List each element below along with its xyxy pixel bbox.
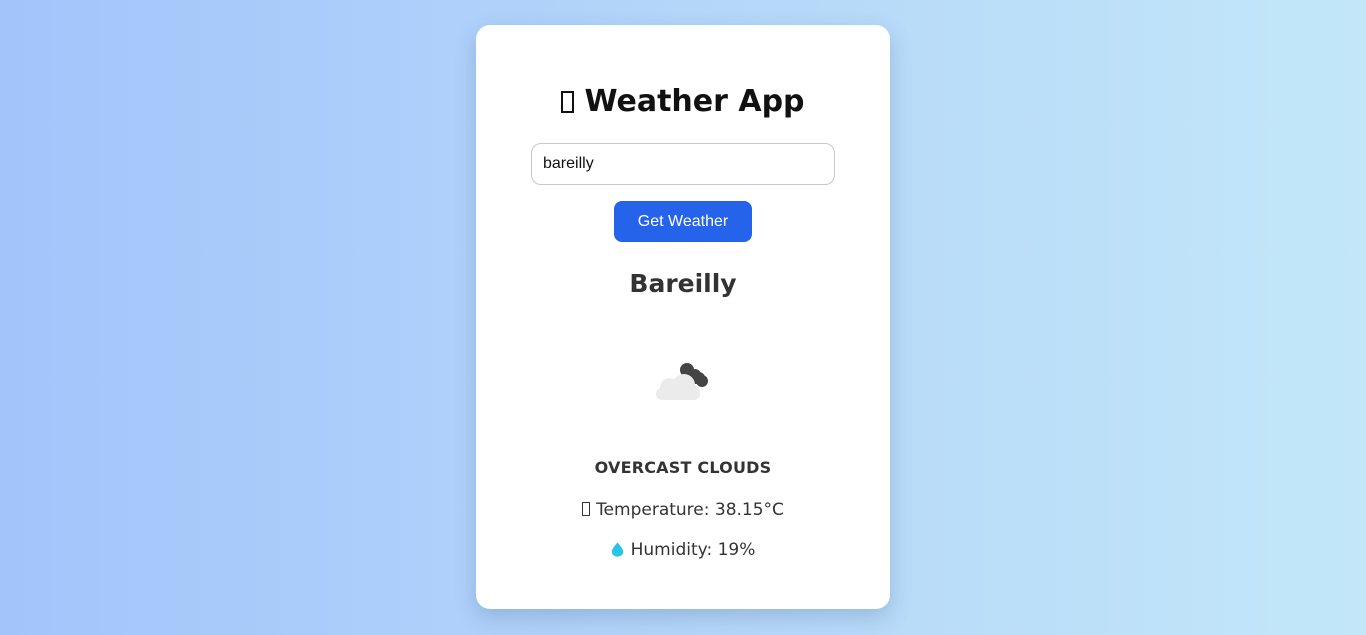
humidity-label: Humidity: — [630, 540, 713, 560]
temperature-label: Temperature: — [596, 500, 710, 520]
thermometer-icon — [582, 502, 591, 516]
city-name: Bareilly — [629, 269, 737, 298]
humidity-row: Humidity: 19% — [476, 538, 890, 562]
get-weather-button[interactable]: Get Weather — [614, 201, 752, 242]
city-input[interactable] — [531, 143, 835, 185]
temperature-value: 38.15°C — [714, 500, 784, 520]
humidity-value: 19% — [717, 540, 756, 560]
weather-description: OVERCAST CLOUDS — [594, 458, 772, 477]
temperature-row: Temperature: 38.15°C — [476, 498, 890, 522]
app-title-text: Weather App — [584, 84, 805, 119]
overcast-clouds-icon — [656, 363, 708, 400]
weather-emoji-icon — [561, 91, 575, 113]
weather-card: Weather App Get Weather Bareilly OVERCAS… — [476, 25, 890, 609]
droplet-icon — [611, 542, 623, 557]
app-title: Weather App — [476, 82, 890, 122]
